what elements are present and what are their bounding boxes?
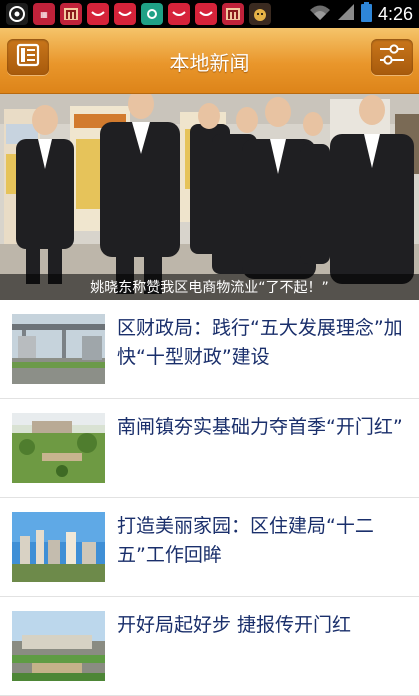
app-icon (222, 3, 244, 25)
hero-photo (0, 94, 419, 300)
page-title: 本地新闻 (169, 51, 250, 75)
app-icon (6, 3, 28, 25)
news-thumbnail (12, 611, 105, 681)
news-title: 区财政局：践行“五大发展理念”加快“十型财政”建设 (117, 317, 403, 368)
news-thumbnail (12, 413, 105, 483)
hero-banner[interactable]: 姚晓东称赞我区电商物流业“了不起！” (0, 94, 419, 300)
news-title: 开好局起好步 捷报传开门红 (117, 614, 352, 636)
gift-icon: ▦ (33, 3, 55, 25)
gift-icon (195, 3, 217, 25)
news-item[interactable]: 南闸镇夯实基础力夺首季“开门红” (0, 399, 419, 498)
news-thumbnail (12, 512, 105, 582)
news-title: 南闸镇夯实基础力夺首季“开门红” (117, 416, 403, 438)
link-icon (141, 3, 163, 25)
status-bar: ▦ 4:26 (0, 0, 419, 28)
settings-sliders-icon (377, 42, 407, 72)
news-list: 区财政局：践行“五大发展理念”加快“十型财政”建设 南闸镇夯实基础力夺首季“开门… (0, 300, 419, 696)
news-item[interactable]: 区财政局：践行“五大发展理念”加快“十型财政”建设 (0, 300, 419, 399)
clock: 4:26 (377, 3, 413, 24)
app-header: 本地新闻 (0, 28, 419, 94)
wifi-icon (309, 3, 331, 25)
news-title: 打造美丽家园：区住建局“十二五”工作回眸 (117, 515, 374, 566)
gift-icon (87, 3, 109, 25)
hero-caption: 姚晓东称赞我区电商物流业“了不起！” (0, 274, 419, 300)
signal-icon (337, 3, 355, 25)
news-item[interactable]: 开好局起好步 捷报传开门红 (0, 597, 419, 696)
settings-button[interactable] (371, 39, 413, 75)
news-item[interactable]: 打造美丽家园：区住建局“十二五”工作回眸 (0, 498, 419, 597)
gift-icon (114, 3, 136, 25)
app-icon (60, 3, 82, 25)
gift-icon (168, 3, 190, 25)
app-icon (249, 3, 271, 25)
news-thumbnail (12, 314, 105, 384)
battery-icon (360, 2, 372, 26)
